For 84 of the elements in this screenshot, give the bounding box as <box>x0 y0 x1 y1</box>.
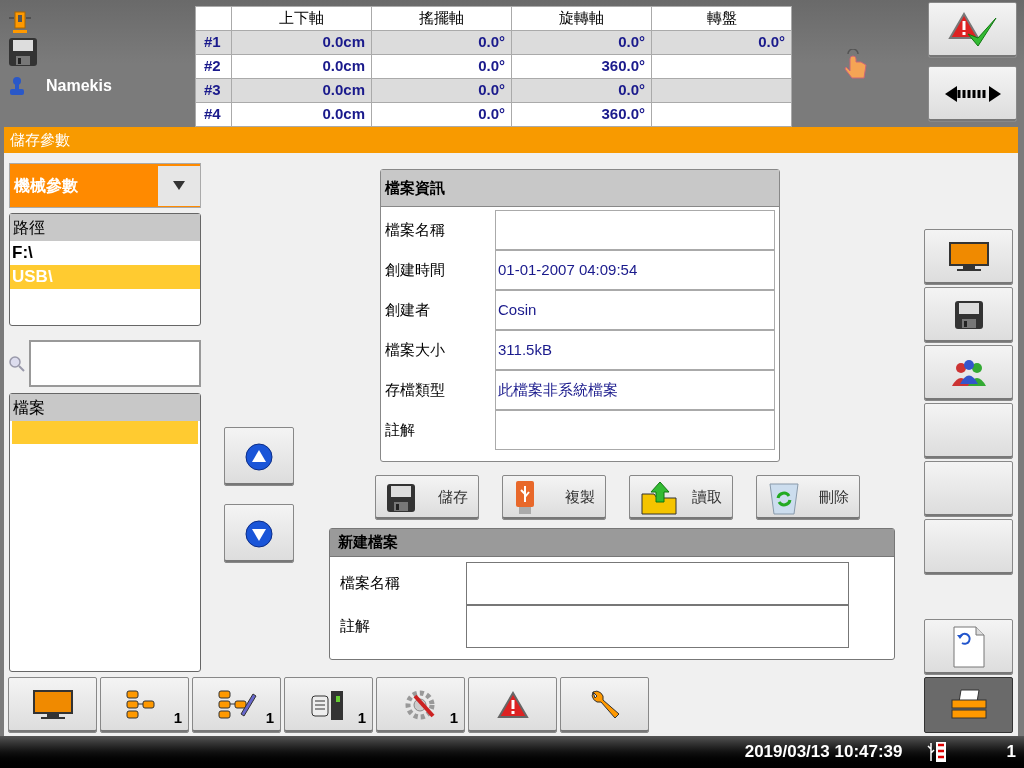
monitor-icon <box>948 242 989 272</box>
row-label: #3 <box>195 78 232 103</box>
row-label: #4 <box>195 102 232 127</box>
panel-title: 新建檔案 <box>330 529 894 557</box>
table-cell: 0.0° <box>511 78 652 103</box>
row-label: #2 <box>195 54 232 79</box>
touch-hand-icon <box>842 48 868 79</box>
toolbar-button[interactable]: 1 <box>376 677 465 733</box>
search-field[interactable] <box>29 340 201 387</box>
badge-count: 1 <box>265 707 274 728</box>
scroll-down-button[interactable] <box>224 504 294 563</box>
table-cell: 0.0° <box>371 78 512 103</box>
table-cell: 0.0cm <box>231 54 372 79</box>
dropdown-toggle[interactable] <box>158 165 200 206</box>
alarm-acknowledge-button[interactable] <box>928 2 1017 58</box>
table-cell: 0.0cm <box>231 30 372 55</box>
table-cell: 360.0° <box>511 102 652 127</box>
folder-upload-icon <box>640 479 680 516</box>
row-label: #1 <box>195 30 232 55</box>
side-button[interactable] <box>924 229 1013 285</box>
side-button[interactable] <box>924 677 1013 733</box>
search-icon <box>9 355 25 372</box>
field-value: 311.5kB <box>495 330 775 370</box>
tree-edit-icon <box>216 688 257 722</box>
action-button[interactable]: 刪除 <box>756 475 860 520</box>
action-button[interactable]: 儲存 <box>375 475 479 520</box>
table-cell: 360.0° <box>511 54 652 79</box>
table-cell: 0.0° <box>371 30 512 55</box>
column-header: 上下軸 <box>231 6 372 31</box>
printer-icon <box>948 688 989 722</box>
user-stamp-icon <box>8 76 26 96</box>
input-field[interactable] <box>466 562 849 605</box>
caret-icon <box>173 181 185 190</box>
double-arrow-icon <box>943 85 1002 103</box>
usb-drive-icon <box>513 479 537 516</box>
table-cell: 0.0° <box>371 102 512 127</box>
user-name: Namekis <box>46 76 112 96</box>
table-cell: 0.0cm <box>231 78 372 103</box>
monitor-icon <box>32 690 73 720</box>
list-heading: 檔案 <box>10 394 200 421</box>
column-header: 轉盤 <box>651 6 792 31</box>
path-item[interactable]: F:\ <box>10 241 200 265</box>
toolbar-button[interactable]: 1 <box>192 677 281 733</box>
field-value: Cosin <box>495 290 775 330</box>
toolbar-button[interactable]: 1 <box>284 677 373 733</box>
usb-icon <box>926 741 947 763</box>
action-button[interactable]: 讀取 <box>629 475 733 520</box>
field-label: 檔案大小 <box>384 339 446 360</box>
field-label: 創建時間 <box>384 259 446 280</box>
scroll-up-button[interactable] <box>224 427 294 486</box>
machine-icon <box>8 10 32 34</box>
warning-icon <box>496 691 529 719</box>
badge-count: 1 <box>357 707 366 728</box>
table-cell: 0.0° <box>371 54 512 79</box>
action-button[interactable]: 複製 <box>502 475 606 520</box>
toolbar-button[interactable] <box>468 677 557 733</box>
field-label: 創建者 <box>384 299 431 320</box>
panel-title: 檔案資訊 <box>381 170 779 207</box>
page-title: 儲存參數 <box>10 129 70 150</box>
field-label: 檔案名稱 <box>384 219 446 240</box>
column-header: 旋轉軸 <box>511 6 652 31</box>
document-icon <box>951 625 986 669</box>
field-label: 註解 <box>339 616 371 637</box>
input-field[interactable] <box>466 605 849 648</box>
field-label: 檔案名稱 <box>339 573 401 594</box>
table-cell: 0.0cm <box>231 102 372 127</box>
column-header: 搖擺軸 <box>371 6 512 31</box>
list-heading: 路徑 <box>10 214 200 241</box>
badge-count: 1 <box>449 707 458 728</box>
field-value: 01-01-2007 04:09:54 <box>495 250 775 290</box>
field-label: 存檔類型 <box>384 379 446 400</box>
dropdown-value: 機械參數 <box>14 175 79 196</box>
field-value: 此檔案非系統檔案 <box>495 370 775 410</box>
status-count: 1 <box>1006 741 1016 764</box>
badge-count: 1 <box>173 707 182 728</box>
table-cell: 0.0° <box>511 30 652 55</box>
field-label: 註解 <box>384 419 416 440</box>
toolbar-button[interactable] <box>8 677 97 733</box>
side-button[interactable] <box>924 287 1013 343</box>
side-button[interactable] <box>924 345 1013 401</box>
table-cell: 0.0° <box>651 30 792 55</box>
double-arrow-button[interactable] <box>928 66 1017 122</box>
date-time: 2019/03/13 10:47:39 <box>744 741 903 764</box>
toolbar-button[interactable]: 1 <box>100 677 189 733</box>
